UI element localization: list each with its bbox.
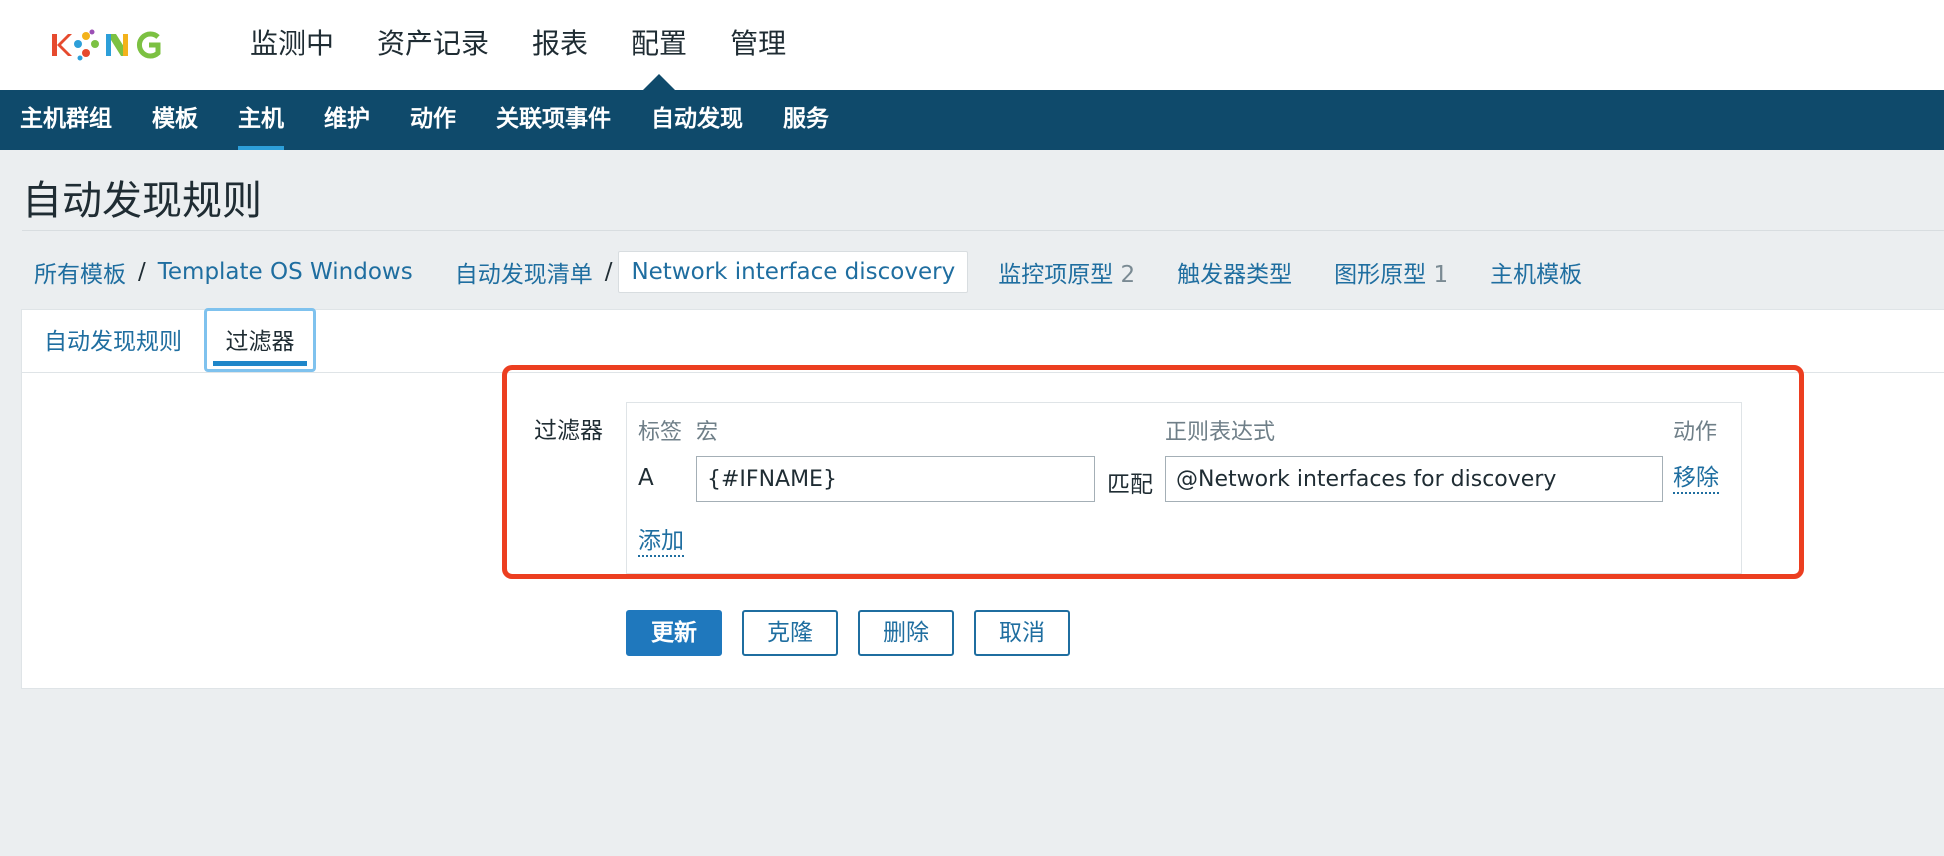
breadcrumb-host-templates[interactable]: 主机模板 <box>1478 255 1594 289</box>
breadcrumb: 所有模板 / Template OS Windows 自动发现清单 / Netw… <box>22 250 1594 294</box>
remove-link[interactable]: 移除 <box>1673 464 1719 494</box>
column-header-macro: 宏 <box>696 420 719 445</box>
logo-letter-k <box>52 34 72 56</box>
logo-letter-g <box>137 31 161 59</box>
breadcrumb-separator: / <box>604 259 613 285</box>
breadcrumb-current-rule[interactable]: Network interface discovery <box>618 251 969 293</box>
graph-prototypes-label: 图形原型 <box>1334 262 1427 288</box>
menu-item-reports[interactable]: 报表 <box>532 0 588 90</box>
breadcrumb-discovery-list[interactable]: 自动发现清单 <box>443 255 605 289</box>
main-menu: 监测中 资产记录 报表 配置 管理 <box>250 0 829 90</box>
submenu-item-host-groups[interactable]: 主机群组 <box>20 90 112 150</box>
submenu-item-templates[interactable]: 模板 <box>152 90 198 150</box>
delete-button[interactable]: 删除 <box>858 610 954 656</box>
title-divider <box>22 230 1944 231</box>
column-header-tag: 标签 <box>638 420 683 445</box>
filter-field-label: 过滤器 <box>534 418 603 444</box>
macro-input[interactable] <box>696 456 1095 502</box>
breadcrumb-graph-prototypes[interactable]: 图形原型 1 <box>1322 255 1460 289</box>
tab-filters[interactable]: 过滤器 <box>204 308 316 372</box>
sub-menu: 主机群组 模板 主机 维护 动作 关联项事件 自动发现 服务 <box>20 90 869 150</box>
sub-navigation-bar: 主机群组 模板 主机 维护 动作 关联项事件 自动发现 服务 <box>0 90 1944 150</box>
column-header-action: 动作 <box>1673 420 1718 445</box>
item-prototypes-label: 监控项原型 <box>998 262 1114 288</box>
kong-logo[interactable] <box>50 22 180 68</box>
submenu-item-maintenance[interactable]: 维护 <box>324 90 370 150</box>
submenu-item-hosts[interactable]: 主机 <box>238 90 284 150</box>
column-header-regex: 正则表达式 <box>1165 420 1276 445</box>
breadcrumb-trigger-types[interactable]: 触发器类型 <box>1165 255 1304 289</box>
regex-input[interactable] <box>1165 456 1663 502</box>
submenu-item-discovery[interactable]: 自动发现 <box>651 90 743 150</box>
submenu-item-actions[interactable]: 动作 <box>410 90 456 150</box>
breadcrumb-template[interactable]: Template OS Windows <box>146 259 425 285</box>
menu-item-configuration[interactable]: 配置 <box>631 0 687 90</box>
clone-button[interactable]: 克隆 <box>742 610 838 656</box>
match-operator-label: 匹配 <box>1107 472 1153 498</box>
cancel-button[interactable]: 取消 <box>974 610 1070 656</box>
tab-discovery-rule[interactable]: 自动发现规则 <box>44 316 182 372</box>
breadcrumb-all-templates[interactable]: 所有模板 <box>22 255 138 289</box>
menu-item-administration[interactable]: 管理 <box>730 0 786 90</box>
add-filter-link[interactable]: 添加 <box>638 527 684 557</box>
submenu-item-services[interactable]: 服务 <box>783 90 829 150</box>
update-button[interactable]: 更新 <box>626 610 722 656</box>
breadcrumb-separator: / <box>138 259 146 285</box>
tab-bar: 自动发现规则 过滤器 <box>22 308 1944 373</box>
breadcrumb-item-prototypes[interactable]: 监控项原型 2 <box>986 255 1147 289</box>
logo-letter-o <box>74 29 99 61</box>
page-title: 自动发现规则 <box>22 178 262 224</box>
menu-item-inventory[interactable]: 资产记录 <box>377 0 489 90</box>
top-header: 监测中 资产记录 报表 配置 管理 <box>0 0 1944 90</box>
menu-item-monitoring[interactable]: 监测中 <box>250 0 334 90</box>
logo-letter-n <box>106 34 128 56</box>
filter-row-tag: A <box>638 465 654 491</box>
submenu-item-correlation[interactable]: 关联项事件 <box>496 90 611 150</box>
item-prototypes-count: 2 <box>1120 262 1136 288</box>
graph-prototypes-count: 1 <box>1433 262 1449 288</box>
